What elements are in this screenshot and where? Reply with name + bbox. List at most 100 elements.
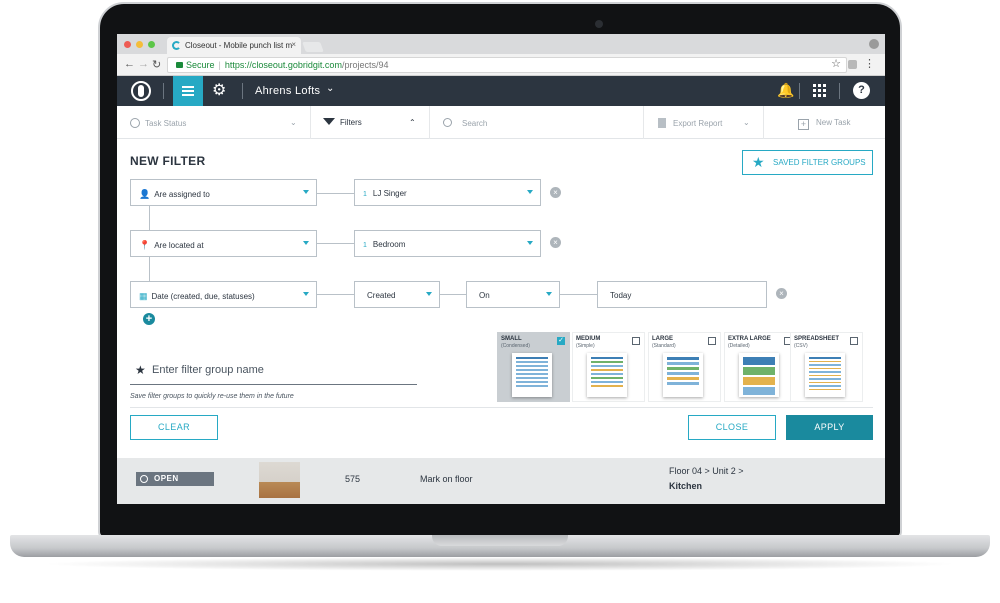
new-filter-title: NEW FILTER [130,154,206,168]
project-name[interactable]: Ahrens Lofts [255,85,320,97]
report-size-sub: (Condensed) [501,343,530,349]
laptop-shadow [40,557,960,571]
chevron-down-icon[interactable]: ⌄ [326,83,334,94]
laptop-notch [432,535,568,546]
plus-icon: + [798,119,809,130]
report-size-checkbox[interactable]: ✓ [557,337,565,345]
toolbar-divider [429,106,430,139]
tab-close-icon[interactable]: × [291,40,296,49]
report-preview-small [512,353,552,397]
toolbar-divider [763,106,764,139]
browser-tab[interactable]: Closeout - Mobile punch list m × [167,37,301,54]
remove-filter-icon[interactable]: × [550,237,561,248]
filter-value-select-assignee[interactable]: 1 LJ Singer [354,179,541,206]
date-qualifier-select[interactable]: Created [354,281,440,308]
filter-connector [317,243,354,244]
filter-field-select-location[interactable]: 📍 Are located at [130,230,317,257]
laptop-mockup: Closeout - Mobile punch list m × ← → ↻ S… [0,0,1000,603]
report-size-label: SMALL (Condensed) [501,336,530,349]
report-size-label: SPREADSHEET (CSV) [794,336,840,349]
url-host: closeout.gobridgit.com [251,60,342,70]
export-report-dropdown[interactable]: Export Report [658,118,722,128]
date-value-field[interactable]: Today [597,281,767,308]
filter-value-select-location[interactable]: 1 Bedroom [354,230,541,257]
app-header: ⚙ Ahrens Lofts ⌄ 🔔 ? [117,76,885,106]
task-row[interactable]: OPEN 575 Mark on floor Floor 04 > Unit 2… [117,458,885,504]
filter-connector [149,206,150,230]
new-task-button[interactable]: + New Task [798,118,851,130]
url-field[interactable]: Secure | https://closeout.gobridgit.com/pr… [167,57,847,73]
export-report-label: Export Report [673,119,723,128]
report-size-sub: (CSV) [794,343,808,349]
chevron-down-icon [303,241,309,245]
chevron-down-icon[interactable]: ⌄ [743,118,750,127]
saved-filter-groups-label: SAVED FILTER GROUPS [773,158,866,167]
remove-filter-icon[interactable]: × [776,288,787,299]
window-maximize-dot[interactable] [148,41,155,48]
bell-icon[interactable]: 🔔 [777,82,794,99]
filter-group-name-input[interactable] [152,364,402,376]
forward-arrow-icon[interactable]: → [138,58,149,70]
status-circle-icon [140,475,148,483]
report-size-extra-large[interactable]: EXTRA LARGE (Detailed) [724,332,797,402]
apps-grid-icon[interactable] [813,84,826,97]
task-name: Mark on floor [420,474,473,484]
filter-field-select-date[interactable]: ▦ Date (created, due, statuses) [130,281,317,308]
gear-icon[interactable]: ⚙ [212,81,226,101]
bookmark-star-icon[interactable]: ☆ [831,57,841,70]
bridgit-logo-icon[interactable] [131,81,151,101]
url-path: /projects/94 [341,60,389,70]
filter-value-label: LJ Singer [372,189,407,198]
star-icon: ★ [135,363,146,377]
clear-button[interactable]: CLEAR [130,415,218,440]
date-operator-label: On [479,291,490,300]
search-input[interactable]: Search [443,118,487,128]
task-status-dropdown[interactable]: Task Status [130,118,186,128]
reload-icon[interactable]: ↻ [152,58,161,71]
saved-filter-groups-button[interactable]: ★ SAVED FILTER GROUPS [742,150,873,175]
report-size-checkbox[interactable] [850,337,858,345]
report-size-checkbox[interactable] [632,337,640,345]
add-filter-row-button[interactable]: + [143,313,155,325]
browser-menu-icon[interactable]: ⋮ [864,57,875,70]
report-size-spreadsheet[interactable]: SPREADSHEET (CSV) [790,332,863,402]
report-size-label: LARGE (Standard) [652,336,676,349]
date-value-text: Today [610,291,632,300]
task-photo-thumbnail[interactable] [259,462,300,498]
window-minimize-dot[interactable] [136,41,143,48]
filter-group-hint: Save filter groups to quickly re-use the… [130,393,294,400]
filter-field-select-assigned[interactable]: 👤 Are assigned to [130,179,317,206]
chevron-down-icon [527,241,533,245]
filter-connector [317,294,354,295]
report-size-small[interactable]: SMALL (Condensed) ✓ [497,332,570,402]
report-size-sub: (Standard) [652,343,676,349]
report-preview-extra-large [739,353,779,397]
filter-group-name-field[interactable]: ★ [130,359,417,385]
apply-button[interactable]: APPLY [786,415,873,440]
extension-icon[interactable] [848,60,857,69]
search-placeholder: Search [462,119,488,128]
report-size-sub: (Simple) [576,343,595,349]
chevron-down-icon[interactable]: ⌄ [290,118,297,127]
window-close-dot[interactable] [124,41,131,48]
list-view-button[interactable] [173,76,203,106]
report-size-medium[interactable]: MEDIUM (Simple) [572,332,645,402]
value-count: 1 [363,242,367,249]
filter-connector [317,193,354,194]
help-icon[interactable]: ? [853,82,870,99]
star-icon: ★ [752,154,765,170]
header-divider [242,83,243,99]
date-operator-select[interactable]: On [466,281,560,308]
close-button[interactable]: CLOSE [688,415,776,440]
new-tab-button[interactable] [302,42,324,52]
report-size-large[interactable]: LARGE (Standard) [648,332,721,402]
remove-filter-icon[interactable]: × [550,187,561,198]
back-arrow-icon[interactable]: ← [124,58,135,70]
calendar-icon: ▦ [139,291,148,301]
chevron-up-icon[interactable]: ⌃ [409,118,416,127]
status-circle-icon [130,118,140,128]
browser-profile-icon[interactable] [869,39,879,49]
report-size-checkbox[interactable] [708,337,716,345]
filters-toggle[interactable]: Filters [323,118,362,127]
report-preview-spreadsheet [805,353,845,397]
